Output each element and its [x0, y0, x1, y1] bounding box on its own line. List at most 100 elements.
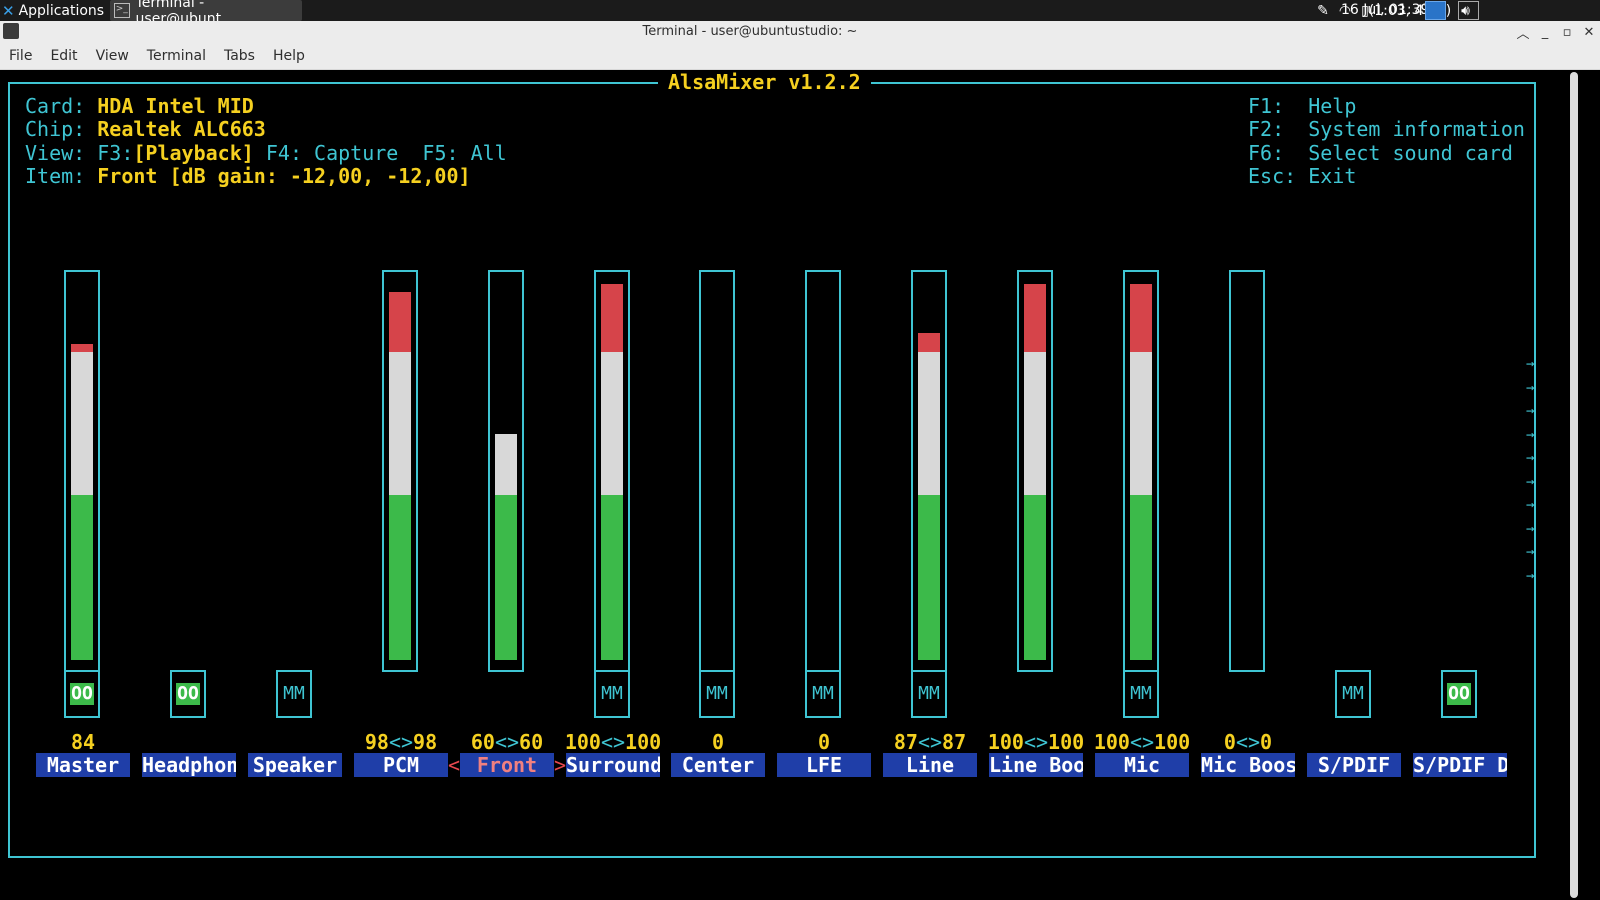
- volume-bar[interactable]: [1017, 270, 1053, 672]
- volume-fill-white: [1024, 351, 1046, 495]
- help-f6: F6: Select sound card: [1248, 141, 1513, 165]
- mute-switch[interactable]: MM: [805, 670, 841, 718]
- top-panel: ✕ Applications >_ Terminal - user@ubunt.…: [0, 0, 1600, 27]
- control-name-label[interactable]: Master: [36, 753, 130, 777]
- workspace-1[interactable]: [1425, 1, 1446, 20]
- menu-file[interactable]: File: [0, 48, 41, 64]
- volume-bar[interactable]: [382, 270, 418, 672]
- control-name-label[interactable]: Headphon: [142, 753, 236, 777]
- menu-terminal[interactable]: Terminal: [138, 48, 215, 64]
- mute-switch-state: MM: [601, 683, 623, 704]
- control-name-label[interactable]: Mic: [1095, 753, 1189, 777]
- volume-fill-green: [601, 494, 623, 660]
- mute-switch[interactable]: MM: [594, 670, 630, 718]
- xfce-logo-icon: ✕: [2, 1, 15, 20]
- mute-switch[interactable]: OO: [1441, 670, 1477, 718]
- mute-switch-state: MM: [1130, 683, 1152, 704]
- volume-bar[interactable]: [488, 270, 524, 672]
- control-name-label[interactable]: Line Boo: [989, 753, 1083, 777]
- taskbar-terminal-button[interactable]: >_ Terminal - user@ubunt...: [110, 0, 302, 27]
- minimize-icon[interactable]: _: [1534, 25, 1556, 40]
- volume-bar[interactable]: [64, 270, 100, 672]
- volume-bar[interactable]: [594, 270, 630, 672]
- arrow-right-icon: →: [1526, 450, 1535, 466]
- volume-fill-green: [1024, 494, 1046, 660]
- volume-fill-white: [389, 351, 411, 495]
- menu-edit[interactable]: Edit: [41, 48, 86, 64]
- shade-icon[interactable]: ︿: [1512, 23, 1534, 42]
- mute-switch-state: MM: [812, 683, 834, 704]
- volume-fill-red: [1130, 284, 1152, 352]
- help-esc: Esc: Exit: [1248, 164, 1356, 188]
- control-name-label[interactable]: Mic Boos: [1201, 753, 1295, 777]
- volume-bar[interactable]: [1229, 270, 1265, 672]
- control-name-label[interactable]: Line: [883, 753, 977, 777]
- applications-label: Applications: [18, 2, 105, 19]
- control-name-label[interactable]: LFE: [777, 753, 871, 777]
- menu-tabs[interactable]: Tabs: [215, 48, 264, 64]
- help-key: F6:: [1248, 141, 1285, 165]
- arrow-right-icon: →: [1526, 379, 1535, 396]
- mute-switch[interactable]: OO: [64, 670, 100, 718]
- volume-fill-green: [1130, 494, 1152, 660]
- mute-switch-state: OO: [176, 683, 200, 705]
- terminal-area[interactable]: AlsaMixer v1.2.2 Card: HDA Intel MID Chi…: [0, 70, 1568, 900]
- mute-switch[interactable]: MM: [1123, 670, 1159, 718]
- volume-fill-white: [71, 351, 93, 495]
- control-name-label[interactable]: Surround: [566, 753, 660, 777]
- mute-switch-state: MM: [1342, 683, 1364, 704]
- view-playback: [Playback]: [133, 141, 254, 165]
- volume-bar[interactable]: [805, 270, 841, 672]
- control-name-label[interactable]: S/PDIF: [1307, 753, 1401, 777]
- mute-switch[interactable]: MM: [699, 670, 735, 718]
- help-key: F1:: [1248, 94, 1285, 118]
- help-key: F2:: [1248, 117, 1285, 141]
- maximize-icon[interactable]: ▫: [1556, 25, 1578, 40]
- window-title: Terminal - user@ubuntustudio: ~: [642, 24, 858, 39]
- volume-fill-green: [71, 494, 93, 660]
- mute-switch[interactable]: MM: [911, 670, 947, 718]
- help-text: System information: [1308, 117, 1525, 141]
- menu-view[interactable]: View: [87, 48, 138, 64]
- arrow-right-icon: →: [1526, 473, 1535, 490]
- volume-fill-red: [389, 291, 411, 352]
- menu-help[interactable]: Help: [264, 48, 314, 64]
- close-icon[interactable]: ✕: [1578, 25, 1600, 40]
- mute-switch-state: MM: [706, 683, 728, 704]
- mute-switch[interactable]: MM: [1335, 670, 1371, 718]
- applications-menu[interactable]: ✕ Applications: [2, 1, 104, 20]
- mute-switch[interactable]: MM: [276, 670, 312, 718]
- mute-switch-state: MM: [918, 683, 940, 704]
- arrow-right-icon: →: [1526, 520, 1535, 537]
- pen-icon[interactable]: ✎: [1317, 3, 1329, 19]
- help-text: Help: [1308, 94, 1357, 118]
- terminal-scrollbar[interactable]: [1568, 70, 1600, 900]
- help-f2: F2: System information: [1248, 117, 1525, 141]
- alsamixer-title: AlsaMixer v1.2.2: [658, 70, 871, 94]
- volume-fill-green: [918, 494, 940, 660]
- mute-switch-state: MM: [283, 683, 305, 704]
- arrow-right-icon: →: [1526, 497, 1535, 513]
- more-controls-indicator: → → → → → → → → → →: [1526, 356, 1542, 591]
- control-name-label[interactable]: Front: [460, 753, 554, 777]
- arrow-right-icon: →: [1526, 567, 1535, 584]
- window-titlebar[interactable]: Terminal - user@ubuntustudio: ~ ︿ _ ▫ ✕: [0, 21, 1600, 43]
- volume-fill-white: [918, 351, 940, 495]
- volume-fill-white: [1130, 351, 1152, 495]
- control-name-label[interactable]: S/PDIF D: [1413, 753, 1507, 777]
- scrollbar-thumb[interactable]: [1570, 72, 1578, 898]
- volume-fill-red: [71, 344, 93, 352]
- control-name-label[interactable]: PCM: [354, 753, 448, 777]
- workspace-2[interactable]: [1458, 1, 1479, 20]
- arrow-right-icon: →: [1526, 544, 1535, 560]
- volume-bar[interactable]: [1123, 270, 1159, 672]
- control-name-label[interactable]: Speaker: [248, 753, 342, 777]
- volume-bar[interactable]: [699, 270, 735, 672]
- control-name-label[interactable]: Center: [671, 753, 765, 777]
- clock[interactable]: 16 Jul, 01:39: [1341, 0, 1429, 21]
- mute-switch[interactable]: OO: [170, 670, 206, 718]
- volume-bar[interactable]: [911, 270, 947, 672]
- card-line: Card: HDA Intel MID: [25, 94, 254, 118]
- item-label: Item:: [25, 164, 86, 188]
- selection-marker-left: <: [448, 753, 461, 777]
